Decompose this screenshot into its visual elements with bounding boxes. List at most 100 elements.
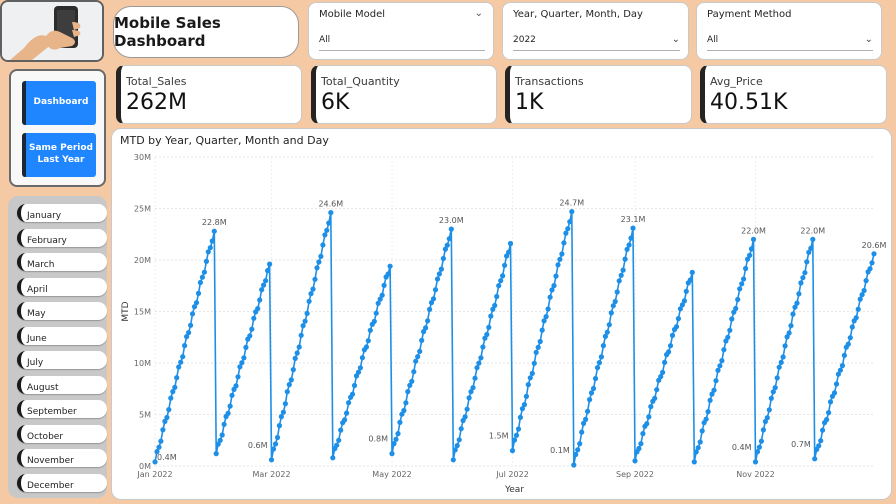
- mtd-point: [640, 431, 646, 437]
- mtd-point: [507, 240, 514, 247]
- mtd-point: [243, 344, 249, 350]
- mtd-point: [689, 269, 695, 275]
- mtd-point: [863, 278, 869, 284]
- same-period-label-line2: Last Year: [37, 155, 85, 165]
- month-button-june[interactable]: June: [17, 326, 107, 345]
- mtd-point: [393, 436, 399, 442]
- mtd-point: [766, 407, 772, 413]
- mtd-point: [553, 273, 559, 279]
- mtd-point: [349, 391, 356, 397]
- mtd-point: [772, 385, 778, 391]
- mtd-point: [322, 232, 328, 238]
- mtd-point: [824, 417, 830, 423]
- month-button-may[interactable]: May: [17, 302, 107, 320]
- mtd-point: [444, 242, 450, 248]
- month-button-november[interactable]: November: [17, 449, 107, 467]
- mtd-point: [434, 276, 441, 282]
- mtd-point: [229, 392, 235, 398]
- month-button-october[interactable]: October: [17, 424, 107, 443]
- month-label: April: [27, 284, 48, 295]
- chevron-down-icon[interactable]: ⌄: [865, 34, 873, 45]
- payment-method-slicer[interactable]: Payment Method All ⌄: [696, 2, 882, 60]
- mtd-point: [559, 251, 565, 257]
- chevron-down-icon[interactable]: ⌄: [475, 8, 483, 19]
- month-button-march[interactable]: March: [17, 253, 107, 271]
- mtd-point: [302, 318, 308, 324]
- month-button-december[interactable]: December: [17, 473, 107, 492]
- mtd-point: [494, 293, 500, 300]
- mobile-model-slicer[interactable]: Mobile Model ⌄ All: [308, 2, 494, 60]
- mtd-point: [713, 378, 719, 384]
- month-button-september[interactable]: September: [17, 400, 107, 418]
- mtd-point: [255, 306, 261, 312]
- data-label: 0.7M: [791, 440, 811, 449]
- mtd-point: [555, 262, 561, 268]
- mtd-point: [750, 236, 757, 242]
- chevron-down-icon[interactable]: ⌄: [672, 34, 680, 45]
- mtd-point: [511, 437, 518, 443]
- mtd-point: [314, 265, 320, 271]
- dashboard-button[interactable]: Dashboard: [22, 81, 96, 125]
- mtd-point: [318, 253, 324, 259]
- mtd-point: [831, 390, 838, 396]
- month-button-february[interactable]: February: [17, 228, 107, 247]
- mtd-point: [837, 367, 844, 373]
- mtd-point: [551, 283, 557, 289]
- y-tick-label: 5M: [139, 411, 151, 420]
- mtd-point: [810, 236, 816, 242]
- mtd-point: [569, 209, 575, 215]
- month-label: January: [27, 211, 62, 221]
- kpi-card-transactions: Transactions 1K: [505, 65, 692, 124]
- mtd-point: [632, 458, 638, 464]
- mtd-point: [189, 311, 196, 317]
- month-button-january[interactable]: January: [17, 204, 107, 222]
- mtd-point: [296, 344, 302, 350]
- mtd-point: [604, 329, 610, 335]
- dropdown-value: 2022: [513, 34, 536, 45]
- date-hierarchy-slicer[interactable]: Year, Quarter, Month, Day 2022 ⌄: [502, 2, 689, 60]
- mtd-point: [521, 402, 527, 408]
- mtd-point: [182, 343, 188, 349]
- month-button-april[interactable]: April: [17, 277, 107, 296]
- month-label: October: [27, 431, 64, 442]
- mtd-point: [741, 276, 747, 282]
- month-button-august[interactable]: August: [17, 375, 107, 394]
- mtd-point: [790, 311, 796, 317]
- month-label: July: [27, 358, 44, 368]
- mtd-point: [227, 403, 233, 409]
- mtd-point: [411, 369, 417, 375]
- month-label: June: [27, 333, 47, 344]
- mtd-point: [729, 316, 735, 322]
- mtd-point: [587, 397, 593, 403]
- y-tick-label: 30M: [134, 153, 151, 162]
- mtd-point: [827, 399, 834, 405]
- slicer-label: Year, Quarter, Month, Day: [513, 9, 643, 20]
- mtd-point: [525, 382, 531, 388]
- mtd-point: [506, 249, 512, 255]
- mtd-point: [351, 382, 358, 389]
- mtd-point: [454, 443, 460, 449]
- x-tick-label: Jan 2022: [136, 470, 172, 479]
- month-button-july[interactable]: July: [17, 351, 107, 369]
- mtd-point: [752, 459, 759, 465]
- mtd-point: [531, 360, 537, 366]
- same-period-last-year-button[interactable]: Same Period Last Year: [22, 133, 96, 177]
- date-hierarchy-dropdown[interactable]: 2022 ⌄: [513, 29, 680, 51]
- mobile-model-dropdown[interactable]: All: [319, 29, 485, 51]
- data-label: 23.1M: [621, 215, 646, 224]
- mtd-point: [458, 426, 464, 432]
- mtd-point: [571, 462, 577, 468]
- payment-method-dropdown[interactable]: All ⌄: [707, 29, 873, 51]
- mtd-point: [577, 441, 583, 447]
- mtd-point: [199, 274, 205, 280]
- mtd-point: [478, 355, 484, 361]
- y-tick-label: 20M: [134, 256, 151, 265]
- mtd-point: [359, 355, 365, 361]
- mtd-point: [276, 423, 282, 429]
- mtd-point: [247, 333, 253, 339]
- mtd-point: [699, 428, 705, 434]
- mtd-point: [826, 410, 832, 416]
- mtd-point: [470, 385, 476, 391]
- month-label: August: [27, 382, 59, 393]
- mtd-point: [263, 278, 269, 284]
